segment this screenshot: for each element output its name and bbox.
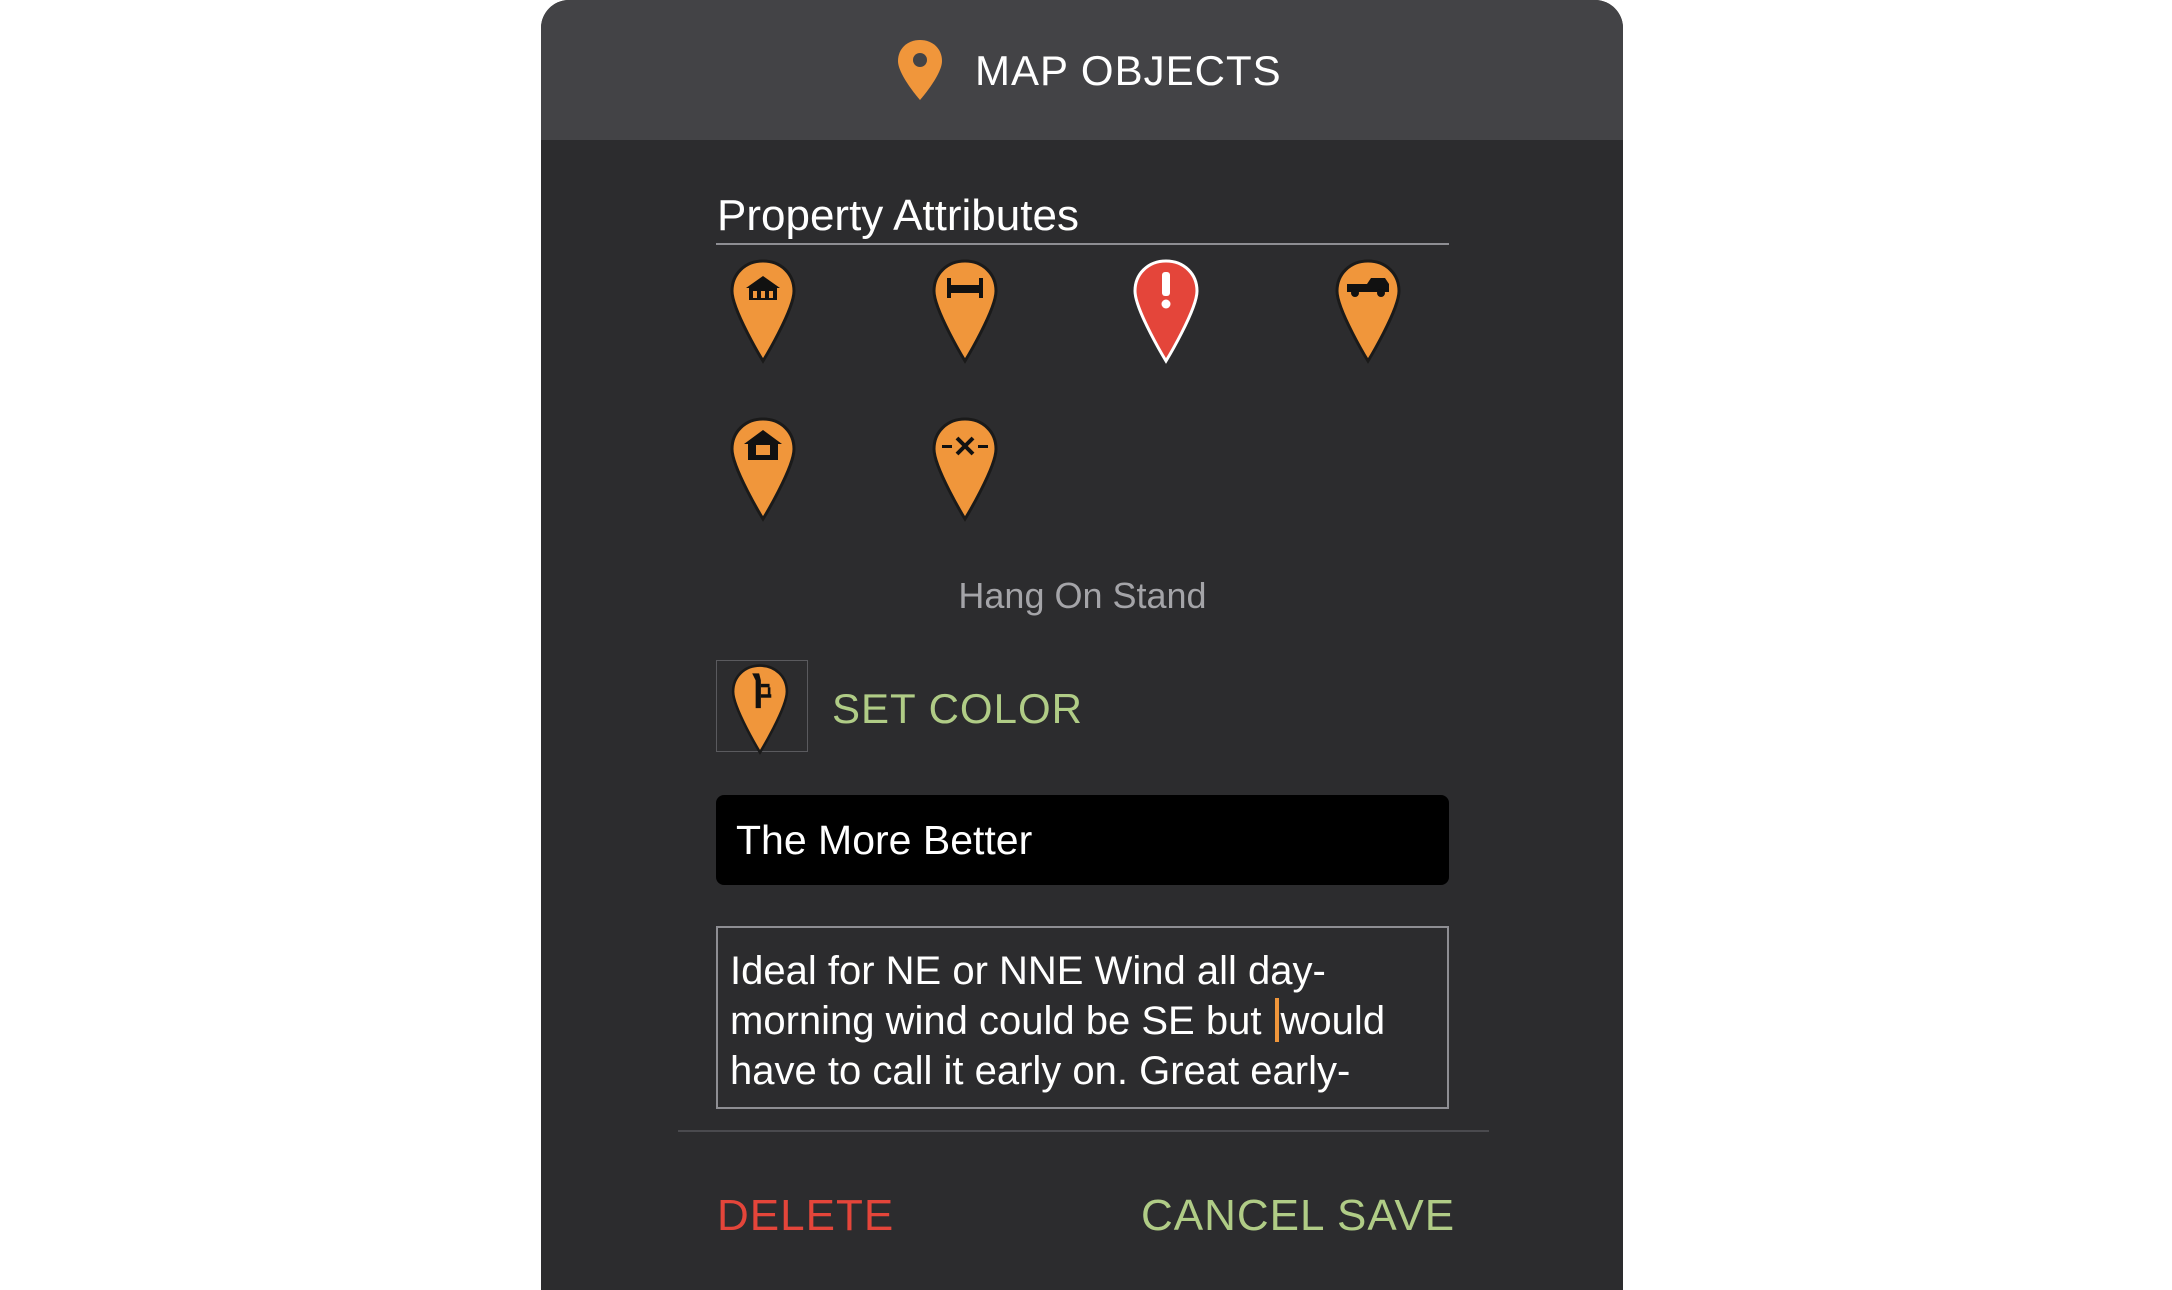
notes-text-before-caret: Ideal for NE or NNE Wind all day-morning… [730, 949, 1326, 1043]
dialog-title: MAP OBJECTS [975, 47, 1282, 94]
map-pin-icon [898, 40, 942, 100]
section-divider [716, 243, 1449, 245]
delete-button[interactable]: DELETE [717, 1190, 894, 1242]
gate-marker-icon[interactable] [930, 416, 1000, 522]
hang-on-stand-icon [731, 664, 789, 755]
section-title: Property Attributes [717, 191, 1079, 240]
bed-marker-icon[interactable] [930, 258, 1000, 364]
cancel-button[interactable]: CANCEL [1141, 1190, 1326, 1242]
footer-divider [678, 1130, 1489, 1132]
map-objects-dialog: MAP OBJECTS Property Attributes Hang On … [541, 0, 1623, 1290]
object-name-input[interactable]: The More Better [716, 795, 1449, 885]
alert-marker-icon[interactable] [1131, 258, 1201, 364]
object-notes-textarea[interactable]: Ideal for NE or NNE Wind all day-morning… [716, 926, 1449, 1109]
truck-marker-icon[interactable] [1333, 258, 1403, 364]
selected-icon-preview[interactable] [716, 660, 808, 755]
save-button[interactable]: SAVE [1337, 1190, 1455, 1242]
dialog-header: MAP OBJECTS [541, 0, 1623, 140]
house-marker-icon[interactable] [728, 416, 798, 522]
set-color-button[interactable]: SET COLOR [832, 684, 1083, 734]
cabin-marker-icon[interactable] [728, 258, 798, 364]
text-caret [1274, 998, 1279, 1042]
selected-object-name: Hang On Stand [958, 575, 1207, 616]
